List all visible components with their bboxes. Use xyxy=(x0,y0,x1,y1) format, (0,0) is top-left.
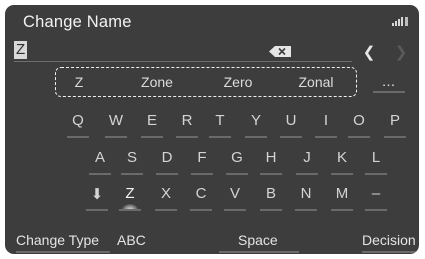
suggestion-item[interactable]: Zero xyxy=(224,74,253,90)
key-m[interactable]: M xyxy=(331,185,353,202)
key-k[interactable]: K xyxy=(331,149,353,166)
key-underline xyxy=(105,136,127,138)
key-underline xyxy=(331,173,353,175)
key-underline xyxy=(331,209,353,211)
decision-underline xyxy=(362,251,419,253)
key-underline xyxy=(89,173,111,175)
key-underline xyxy=(295,209,317,211)
key-u[interactable]: U xyxy=(280,112,302,129)
key-dash[interactable]: – xyxy=(365,185,387,202)
display-screen: Change Name Z ❮ ❯ Z Zone Zero Zonal … QW… xyxy=(5,5,419,254)
key-underline xyxy=(280,136,302,138)
key-underline xyxy=(191,173,213,175)
shift-icon[interactable]: ⬇ xyxy=(86,185,108,203)
key-i[interactable]: I xyxy=(315,112,337,129)
chevron-left-icon[interactable]: ❮ xyxy=(361,45,377,61)
key-o[interactable]: O xyxy=(348,112,370,129)
key-underline xyxy=(155,209,177,211)
more-options-button[interactable]: … xyxy=(373,73,405,89)
key-underline xyxy=(176,136,198,138)
key-underline xyxy=(119,209,141,211)
key-y[interactable]: Y xyxy=(245,112,267,129)
key-s[interactable]: S xyxy=(121,149,143,166)
key-underline xyxy=(190,209,212,211)
key-e[interactable]: E xyxy=(141,112,163,129)
key-f[interactable]: F xyxy=(191,149,213,166)
key-underline xyxy=(121,173,143,175)
suggestion-item[interactable]: Zonal xyxy=(298,74,333,90)
key-underline xyxy=(226,173,248,175)
key-g[interactable]: G xyxy=(226,149,248,166)
key-underline xyxy=(67,136,89,138)
key-underline xyxy=(365,173,387,175)
key-b[interactable]: B xyxy=(260,185,282,202)
more-options-underline xyxy=(373,91,405,93)
key-a[interactable]: A xyxy=(89,149,111,166)
space-underline xyxy=(219,251,299,253)
key-underline xyxy=(260,173,282,175)
key-t[interactable]: T xyxy=(209,112,231,129)
name-input-field[interactable]: Z xyxy=(14,41,352,62)
key-underline xyxy=(296,173,318,175)
key-underline xyxy=(260,209,282,211)
key-z[interactable]: Z xyxy=(119,185,141,202)
key-underline xyxy=(245,136,267,138)
signal-bars-icon xyxy=(392,16,408,26)
key-p[interactable]: P xyxy=(384,112,406,129)
change-type-button[interactable]: Change Type xyxy=(16,232,99,248)
chevron-right-icon[interactable]: ❯ xyxy=(393,45,409,61)
key-l[interactable]: L xyxy=(365,149,387,166)
key-underline xyxy=(384,136,406,138)
decision-button[interactable]: Decision xyxy=(362,232,416,248)
name-input-value: Z xyxy=(14,41,28,59)
key-underline xyxy=(365,209,387,211)
key-r[interactable]: R xyxy=(176,112,198,129)
key-c[interactable]: C xyxy=(190,185,212,202)
key-underline xyxy=(209,136,231,138)
space-button[interactable]: Space xyxy=(238,232,278,248)
key-underline xyxy=(141,136,163,138)
key-underline xyxy=(315,136,337,138)
suggestion-item[interactable]: Zone xyxy=(141,74,173,90)
key-q[interactable]: Q xyxy=(67,112,89,129)
change-type-underline xyxy=(16,251,110,253)
key-j[interactable]: J xyxy=(296,149,318,166)
key-d[interactable]: D xyxy=(156,149,178,166)
key-underline xyxy=(156,173,178,175)
key-h[interactable]: H xyxy=(260,149,282,166)
key-underline xyxy=(348,136,370,138)
key-x[interactable]: X xyxy=(155,185,177,202)
page-title: Change Name xyxy=(23,13,132,31)
backspace-icon[interactable] xyxy=(269,46,291,57)
suggestion-item[interactable]: Z xyxy=(75,74,84,90)
abc-mode-label: ABC xyxy=(117,232,146,248)
key-n[interactable]: N xyxy=(295,185,317,202)
key-v[interactable]: V xyxy=(224,185,246,202)
key-underline xyxy=(224,209,246,211)
key-underline xyxy=(86,209,108,211)
key-w[interactable]: W xyxy=(105,112,127,129)
